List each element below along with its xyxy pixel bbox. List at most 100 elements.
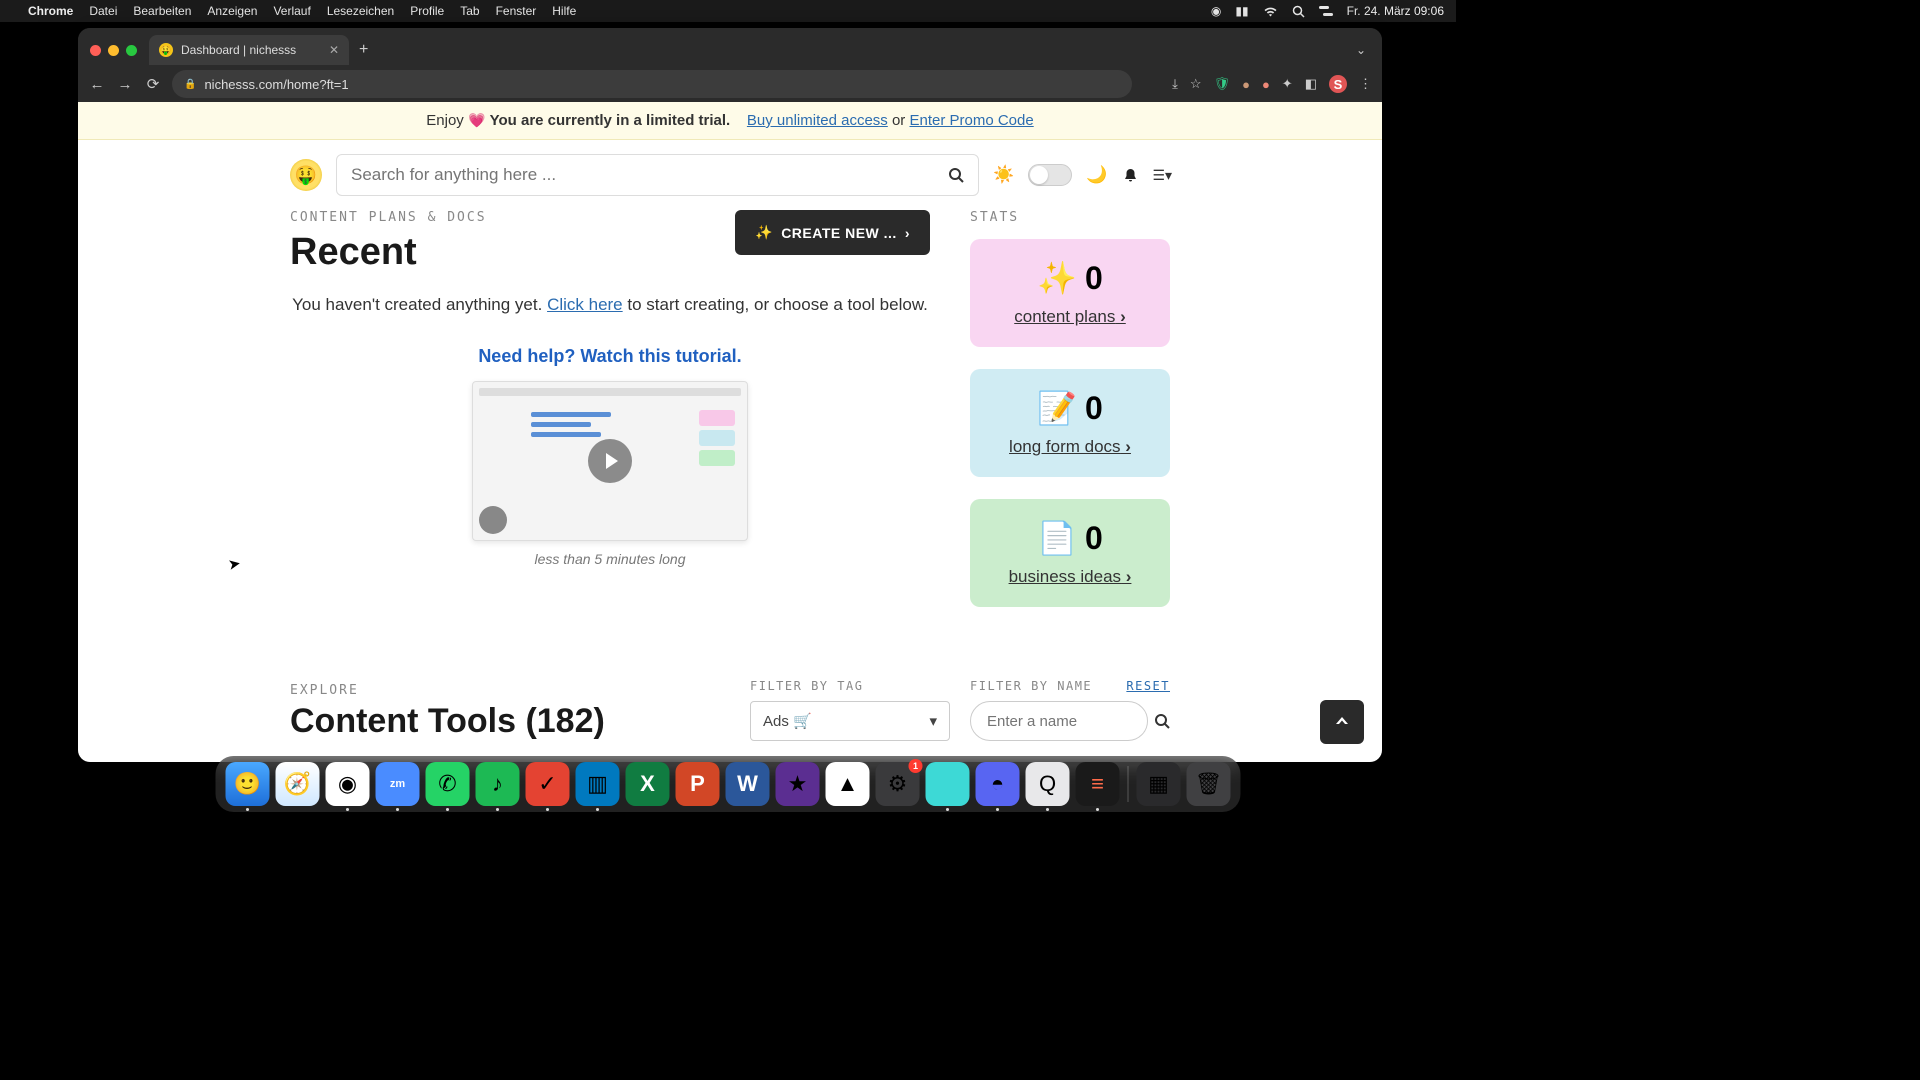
- menu-bookmarks[interactable]: Lesezeichen: [327, 4, 394, 18]
- topbar-actions: ☀️ 🌙 ☰ ▾: [993, 164, 1170, 186]
- extension-3-icon[interactable]: ●: [1262, 77, 1270, 92]
- stats-column: STATS ✨0 content plans 📝0 long form docs…: [970, 210, 1170, 629]
- dock-app-teal[interactable]: [926, 762, 970, 806]
- dock-discord[interactable]: ◓: [976, 762, 1020, 806]
- forward-button[interactable]: →: [116, 76, 134, 93]
- extension-2-icon[interactable]: ●: [1242, 77, 1250, 92]
- search-box[interactable]: [336, 154, 979, 196]
- kebab-menu-icon[interactable]: ⋮: [1359, 76, 1372, 92]
- reset-filter-link[interactable]: Reset: [1126, 679, 1170, 693]
- record-icon[interactable]: ◉: [1211, 4, 1221, 18]
- stat-label-link[interactable]: long form docs: [1009, 437, 1131, 457]
- close-window[interactable]: [90, 45, 101, 56]
- browser-tab[interactable]: 🤑 Dashboard | nichesss ✕: [149, 35, 349, 65]
- wifi-icon[interactable]: [1263, 6, 1278, 17]
- menu-edit[interactable]: Bearbeiten: [133, 4, 191, 18]
- extension-icons: ⤓ ☆ 🛡 ● ● ✦ ◧ S ⋮: [1172, 75, 1372, 93]
- dock-whatsapp[interactable]: ✆: [426, 762, 470, 806]
- stat-long-form-docs[interactable]: 📝0 long form docs: [970, 369, 1170, 477]
- tabs-dropdown-icon[interactable]: ⌄: [1356, 43, 1374, 57]
- scroll-top-button[interactable]: [1320, 700, 1364, 744]
- new-tab-button[interactable]: +: [359, 41, 368, 59]
- control-center-icon[interactable]: [1319, 5, 1333, 17]
- menu-window[interactable]: Fenster: [496, 4, 537, 18]
- menu-help[interactable]: Hilfe: [552, 4, 576, 18]
- tab-title: Dashboard | nichesss: [181, 43, 296, 57]
- buy-access-link[interactable]: Buy unlimited access: [747, 112, 888, 129]
- menu-tab[interactable]: Tab: [460, 4, 479, 18]
- sparkle-icon: ✨: [1037, 259, 1077, 297]
- dock-quicktime[interactable]: Q: [1026, 762, 1070, 806]
- hamburger-menu-icon[interactable]: ☰ ▾: [1153, 167, 1170, 184]
- badge: 1: [909, 759, 923, 773]
- note-icon: 📝: [1037, 389, 1077, 427]
- explore-eyebrow: EXPLORE: [290, 683, 730, 698]
- extensions-puzzle-icon[interactable]: ✦: [1282, 76, 1293, 92]
- stat-content-plans[interactable]: ✨0 content plans: [970, 239, 1170, 347]
- battery-icon[interactable]: ▮▮: [1235, 4, 1248, 18]
- favicon: 🤑: [159, 43, 173, 57]
- dock-zoom[interactable]: zm: [376, 762, 420, 806]
- tutorial-link[interactable]: Need help? Watch this tutorial.: [478, 346, 741, 366]
- filter-tag-select[interactable]: Ads 🛒 ▾: [750, 701, 950, 741]
- theme-toggle[interactable]: [1028, 164, 1072, 186]
- extension-shield-icon[interactable]: 🛡: [1214, 76, 1231, 92]
- dock: 🙂 🧭 ◉ zm ✆ ♪ ✓ ▥ X P W ★ ▲ ⚙1 ◓ Q ≡ ▦ 🗑: [216, 756, 1241, 812]
- tutorial-video-thumb[interactable]: [472, 381, 748, 541]
- browser-window: 🤑 Dashboard | nichesss ✕ + ⌄ ← → ⟳ 🔒 nic…: [78, 28, 1382, 762]
- menu-file[interactable]: Datei: [89, 4, 117, 18]
- url-field[interactable]: 🔒 nichesss.com/home?ft=1: [172, 70, 1132, 98]
- back-button[interactable]: ←: [88, 76, 106, 93]
- dock-trash[interactable]: 🗑: [1187, 762, 1231, 806]
- bookmark-star-icon[interactable]: ☆: [1190, 76, 1202, 92]
- dock-voice-memos[interactable]: ≡: [1076, 762, 1120, 806]
- sidepanel-icon[interactable]: ◧: [1305, 76, 1317, 92]
- play-icon[interactable]: [588, 439, 632, 483]
- app-name[interactable]: Chrome: [28, 4, 73, 18]
- promo-code-link[interactable]: Enter Promo Code: [909, 112, 1033, 129]
- empty-state-text: You haven't created anything yet. Click …: [290, 292, 930, 318]
- menu-history[interactable]: Verlauf: [273, 4, 310, 18]
- chevron-right-icon: ›: [905, 225, 910, 241]
- heart-icon: 💗: [468, 112, 485, 128]
- filter-name-input[interactable]: [970, 701, 1148, 741]
- spotlight-icon[interactable]: [1292, 5, 1305, 18]
- search-icon[interactable]: [1154, 713, 1170, 729]
- create-new-button[interactable]: ✨ CREATE NEW ... ›: [735, 210, 930, 255]
- install-icon[interactable]: ⤓: [1172, 76, 1178, 92]
- profile-avatar[interactable]: S: [1329, 75, 1347, 93]
- dock-imovie[interactable]: ★: [776, 762, 820, 806]
- dock-powerpoint[interactable]: P: [676, 762, 720, 806]
- menu-profiles[interactable]: Profile: [410, 4, 444, 18]
- search-input[interactable]: [351, 165, 948, 185]
- app-logo[interactable]: 🤑: [290, 159, 322, 191]
- dock-chrome[interactable]: ◉: [326, 762, 370, 806]
- reload-button[interactable]: ⟳: [144, 75, 162, 93]
- app-topbar: 🤑 ☀️ 🌙 ☰ ▾: [290, 140, 1170, 210]
- moon-icon: 🌙: [1086, 165, 1107, 185]
- clock[interactable]: Fr. 24. März 09:06: [1347, 4, 1444, 18]
- search-icon[interactable]: [948, 167, 964, 183]
- dock-drive[interactable]: ▲: [826, 762, 870, 806]
- video-caption: less than 5 minutes long: [290, 551, 930, 567]
- dock-safari[interactable]: 🧭: [276, 762, 320, 806]
- dock-finder[interactable]: 🙂: [226, 762, 270, 806]
- sun-icon: ☀️: [993, 165, 1014, 185]
- menu-view[interactable]: Anzeigen: [207, 4, 257, 18]
- stat-label-link[interactable]: business ideas: [1009, 567, 1132, 587]
- minimize-window[interactable]: [108, 45, 119, 56]
- dock-settings[interactable]: ⚙1: [876, 762, 920, 806]
- close-tab-icon[interactable]: ✕: [329, 43, 339, 57]
- dock-word[interactable]: W: [726, 762, 770, 806]
- dock-spotify[interactable]: ♪: [476, 762, 520, 806]
- dock-trello[interactable]: ▥: [576, 762, 620, 806]
- dock-todoist[interactable]: ✓: [526, 762, 570, 806]
- dock-folder[interactable]: ▦: [1137, 762, 1181, 806]
- maximize-window[interactable]: [126, 45, 137, 56]
- traffic-lights[interactable]: [90, 45, 137, 56]
- click-here-link[interactable]: Click here: [547, 295, 623, 314]
- stat-label-link[interactable]: content plans: [1014, 307, 1126, 327]
- stat-business-ideas[interactable]: 📄0 business ideas: [970, 499, 1170, 607]
- notifications-bell-icon[interactable]: [1122, 167, 1139, 184]
- dock-excel[interactable]: X: [626, 762, 670, 806]
